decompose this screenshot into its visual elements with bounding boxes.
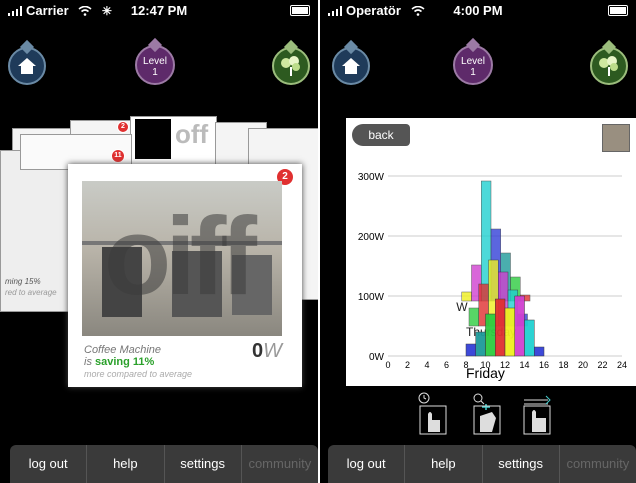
x-tick-label: 20 xyxy=(578,360,588,370)
tab-log-out[interactable]: log out xyxy=(10,445,88,483)
x-tick-label: 24 xyxy=(617,360,627,370)
power-unit: W xyxy=(263,340,282,362)
saving-value: saving 11% xyxy=(95,356,155,368)
home-icon xyxy=(342,58,360,74)
level-value: 1 xyxy=(152,67,158,78)
status-bar: Carrier ✳ 12:47 PM xyxy=(0,0,318,20)
home-icon xyxy=(18,58,36,74)
device-status: is saving 11% xyxy=(84,356,154,368)
level-value: 1 xyxy=(470,67,476,78)
tree-icon xyxy=(599,56,618,76)
x-tick-label: 18 xyxy=(558,360,568,370)
scroll-gesture-button[interactable] xyxy=(520,392,556,436)
y-tick-label: 0W xyxy=(369,352,385,363)
device-thumbnail xyxy=(135,119,171,159)
bar xyxy=(468,307,479,327)
power-value: 0 xyxy=(251,340,264,362)
device-name: Coffee Machine xyxy=(84,344,162,356)
x-tick-label: 16 xyxy=(539,360,549,370)
day-label: Friday xyxy=(466,365,505,381)
scroll-hand-icon xyxy=(523,395,551,435)
tab-bar: log out help settings community xyxy=(10,445,318,483)
clock-hand-icon xyxy=(418,392,447,435)
tab-log-out[interactable]: log out xyxy=(328,445,406,483)
bar xyxy=(534,346,545,357)
off-overlay: oiff xyxy=(104,195,257,318)
right-screen: Operatör 4:00 PM Level 1 back 300W 200W 10… xyxy=(318,0,636,483)
x-tick-label: 2 xyxy=(405,360,410,370)
device-photo: oiff xyxy=(82,181,282,336)
clock: 4:00 PM xyxy=(453,3,503,18)
status-bar: Operatör 4:00 PM xyxy=(320,0,636,20)
time-gesture-button[interactable] xyxy=(416,392,452,436)
top-nav: Level 1 xyxy=(320,20,636,90)
bar xyxy=(465,343,476,357)
y-tick-label: 300W xyxy=(358,172,385,183)
status-prefix: is xyxy=(84,356,95,368)
tab-community[interactable]: community xyxy=(242,445,318,483)
clock: 12:47 PM xyxy=(130,3,188,18)
notification-badge: 2 xyxy=(117,121,129,133)
x-tick-label: 14 xyxy=(519,360,529,370)
tab-bar: log out help settings community xyxy=(328,445,636,483)
x-tick-label: 6 xyxy=(444,360,449,370)
energy-chart[interactable]: 300W200W100W0W024681012141618202224WThur… xyxy=(346,118,636,386)
level-label: Level xyxy=(143,56,167,67)
device-card[interactable]: ming 15% red to average xyxy=(0,150,72,312)
device-card[interactable]: off xyxy=(130,116,217,166)
bar xyxy=(504,307,515,357)
bar xyxy=(475,331,486,357)
device-subtitle: more compared to average xyxy=(84,369,193,379)
x-tick-label: 0 xyxy=(385,360,390,370)
card-subtitle: red to average xyxy=(5,288,57,297)
zoom-gesture-button[interactable] xyxy=(470,392,506,436)
top-nav: Level 1 xyxy=(0,20,318,90)
off-label: off xyxy=(175,119,209,149)
battery-icon xyxy=(290,5,310,16)
card-status: ming 15% xyxy=(5,277,41,286)
power-readout: 0W xyxy=(252,340,282,363)
device-card-coffee-machine[interactable]: 2 oiff Coffee Machine is saving 11% more… xyxy=(68,164,302,387)
level-label: Level xyxy=(461,56,485,67)
tab-community[interactable]: community xyxy=(560,445,636,483)
bar xyxy=(485,313,496,357)
bar xyxy=(495,298,506,357)
energy-chart-panel: back 300W 200W 100W 0W 0 2 4 6 8 10 12 14 16 18 20 22 24… xyxy=(346,118,636,386)
bar xyxy=(514,295,525,357)
y-tick-label: 200W xyxy=(358,232,385,243)
y-tick-label: 100W xyxy=(358,292,385,303)
tab-settings[interactable]: settings xyxy=(483,445,560,483)
x-tick-label: 4 xyxy=(424,360,429,370)
tree-icon xyxy=(281,56,300,76)
tab-help[interactable]: help xyxy=(87,445,165,483)
notification-badge: 11 xyxy=(111,149,125,163)
battery-icon xyxy=(608,5,628,16)
tab-help[interactable]: help xyxy=(405,445,483,483)
left-screen: Carrier ✳ 12:47 PM Level 1 2 off ming 15… xyxy=(0,0,318,483)
tab-settings[interactable]: settings xyxy=(165,445,242,483)
bar xyxy=(524,319,535,357)
zoom-hand-icon xyxy=(473,393,501,435)
gesture-controls xyxy=(320,392,636,442)
day-label: W xyxy=(456,300,468,314)
x-tick-label: 22 xyxy=(597,360,607,370)
